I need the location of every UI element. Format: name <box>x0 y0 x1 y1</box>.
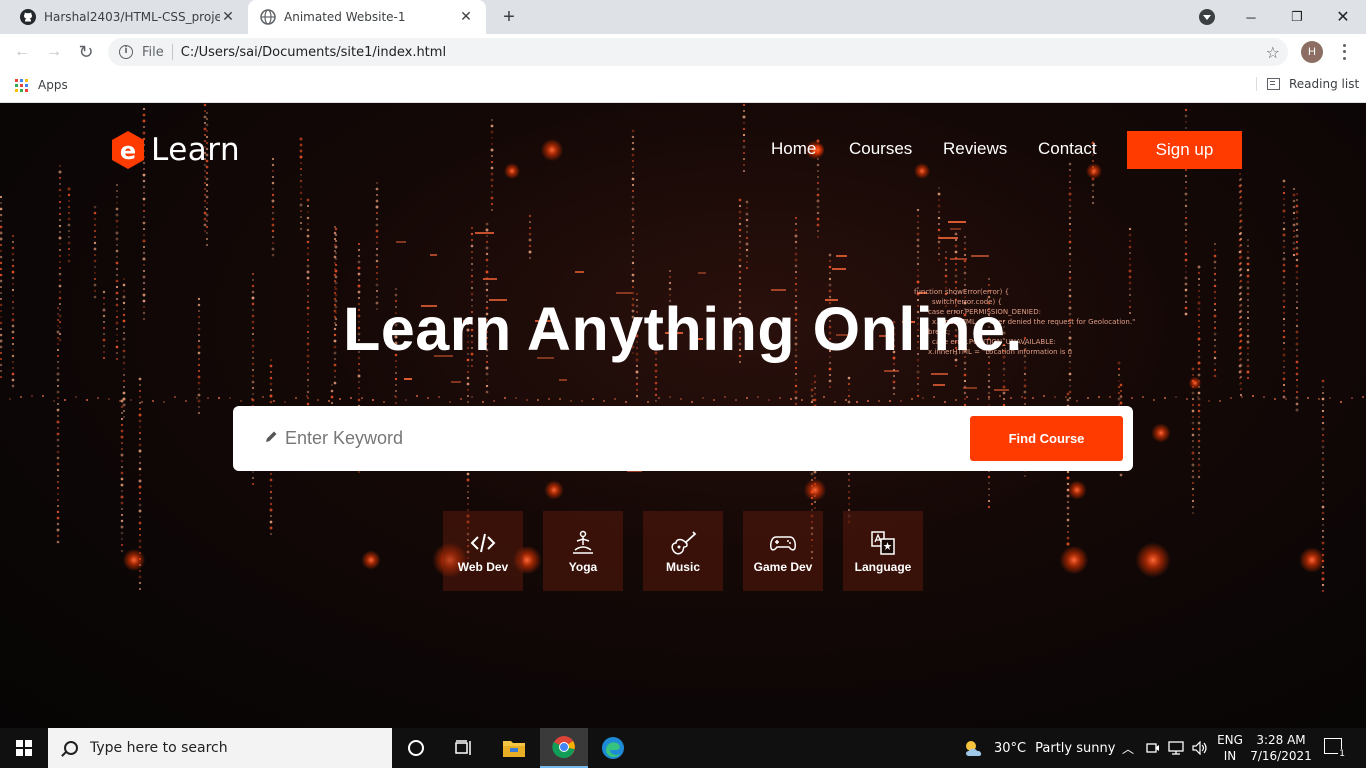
region-code: IN <box>1223 749 1237 763</box>
yoga-icon <box>573 530 593 554</box>
close-icon[interactable]: ✕ <box>458 9 474 25</box>
divider <box>171 44 173 60</box>
category-label: Music <box>665 559 700 574</box>
window-close-icon[interactable]: ✕ <box>1320 0 1366 34</box>
translate-icon <box>871 530 895 555</box>
forward-arrow-icon[interactable]: → <box>42 40 66 64</box>
clock-time: 3:28 AM <box>1256 733 1306 747</box>
taskbar-clock[interactable]: 3:28 AM 7/16/2021 <box>1246 732 1316 764</box>
close-icon[interactable]: ✕ <box>220 9 236 25</box>
github-icon <box>20 9 36 25</box>
address-bar[interactable]: i File C:/Users/sai/Documents/site1/inde… <box>108 38 1288 66</box>
cortana-icon[interactable] <box>392 728 440 768</box>
reading-list-label: Reading list <box>1289 77 1360 91</box>
guitar-icon <box>671 530 697 554</box>
nav-home[interactable]: Home <box>771 139 816 159</box>
file-explorer-icon[interactable] <box>490 728 538 768</box>
windows-taskbar: Type here to search 30°C Partly sunny ︿ <box>0 728 1366 768</box>
weather-widget[interactable]: 30°C Partly sunny <box>962 728 1115 768</box>
page-viewport: function showError(error) {switch(error.… <box>0 103 1366 728</box>
bookmark-star-icon[interactable]: ☆ <box>1266 43 1280 62</box>
weather-condition: Partly sunny <box>1035 740 1116 756</box>
nav-courses[interactable]: Courses <box>849 139 912 159</box>
windows-start-icon[interactable] <box>16 740 32 756</box>
hero-title: Learn Anything Online. <box>343 295 1023 363</box>
info-icon[interactable]: i <box>119 45 133 59</box>
gamepad-icon <box>770 535 796 551</box>
nav-reviews[interactable]: Reviews <box>943 139 1007 159</box>
apps-grid-icon <box>15 78 28 92</box>
category-yoga[interactable]: Yoga <box>543 511 623 591</box>
weather-temp: 30°C <box>994 740 1027 756</box>
reading-list-button[interactable]: Reading list <box>1256 77 1359 91</box>
taskbar-search-box[interactable]: Type here to search <box>48 728 392 768</box>
category-music[interactable]: Music <box>643 511 723 591</box>
chrome-taskbar-icon[interactable] <box>540 728 588 768</box>
category-label: Game Dev <box>753 559 813 574</box>
tab-title: Animated Website-1 <box>284 10 406 24</box>
logo-hexagon-icon: e <box>112 131 144 169</box>
action-center-icon[interactable]: 1 <box>1324 738 1346 759</box>
reading-list-icon <box>1267 78 1280 90</box>
volume-icon[interactable] <box>1192 728 1208 768</box>
network-icon[interactable] <box>1168 728 1184 768</box>
reload-icon[interactable]: ↻ <box>74 40 98 64</box>
minimize-icon[interactable]: ─ <box>1228 0 1274 34</box>
site-logo[interactable]: e Learn <box>110 130 240 170</box>
logo-text: Learn <box>151 132 241 168</box>
category-language[interactable]: Language <box>843 511 923 591</box>
tab-search-icon[interactable] <box>1199 9 1215 25</box>
notification-count: 1 <box>1338 749 1346 759</box>
new-tab-button[interactable]: + <box>498 6 520 28</box>
logo-letter: e <box>120 137 136 165</box>
category-game-dev[interactable]: Game Dev <box>743 511 823 591</box>
edge-taskbar-icon[interactable] <box>589 728 637 768</box>
course-search-bar: Find Course <box>233 406 1133 471</box>
apps-label: Apps <box>38 78 68 92</box>
category-label: Language <box>854 559 912 574</box>
show-hidden-icons-chevron-icon[interactable]: ︿ <box>1122 728 1134 768</box>
url-text: C:/Users/sai/Documents/site1/index.html <box>180 44 447 60</box>
pencil-icon <box>266 431 277 442</box>
browser-tab-github[interactable]: Harshal2403/HTML-CSS_projects ✕ <box>8 0 248 34</box>
signup-button[interactable]: Sign up <box>1127 131 1242 169</box>
globe-icon <box>260 9 276 25</box>
browser-tab-active[interactable]: Animated Website-1 ✕ <box>248 0 486 34</box>
nav-contact[interactable]: Contact <box>1038 139 1097 159</box>
scheme-label: File <box>142 44 164 60</box>
clock-date: 7/16/2021 <box>1250 749 1312 763</box>
keyword-input[interactable] <box>285 420 925 456</box>
code-icon <box>470 533 496 552</box>
tab-title: Harshal2403/HTML-CSS_projects <box>44 10 220 24</box>
search-icon <box>64 741 78 755</box>
category-label: Web Dev <box>457 559 509 574</box>
bookmarks-bar: Apps Reading list <box>0 70 1366 103</box>
taskbar-search-placeholder: Type here to search <box>90 740 228 756</box>
browser-tab-strip: Harshal2403/HTML-CSS_projects ✕ Animated… <box>0 0 1366 34</box>
meet-now-icon[interactable] <box>1146 728 1160 768</box>
kebab-menu-icon[interactable] <box>1336 42 1352 62</box>
browser-toolbar: ← → ↻ i File C:/Users/sai/Documents/site… <box>0 34 1366 70</box>
category-label: Yoga <box>568 559 598 574</box>
partly-sunny-icon <box>966 741 982 756</box>
task-view-icon[interactable] <box>440 728 488 768</box>
language-code: ENG <box>1217 733 1243 747</box>
profile-avatar[interactable]: H <box>1301 41 1323 63</box>
restore-icon[interactable]: ❐ <box>1274 0 1320 34</box>
apps-shortcut[interactable]: Apps <box>15 78 68 92</box>
find-course-button[interactable]: Find Course <box>970 416 1123 461</box>
category-web-dev[interactable]: Web Dev <box>443 511 523 591</box>
input-language-indicator[interactable]: ENG IN <box>1214 732 1246 764</box>
back-arrow-icon[interactable]: ← <box>10 40 34 64</box>
